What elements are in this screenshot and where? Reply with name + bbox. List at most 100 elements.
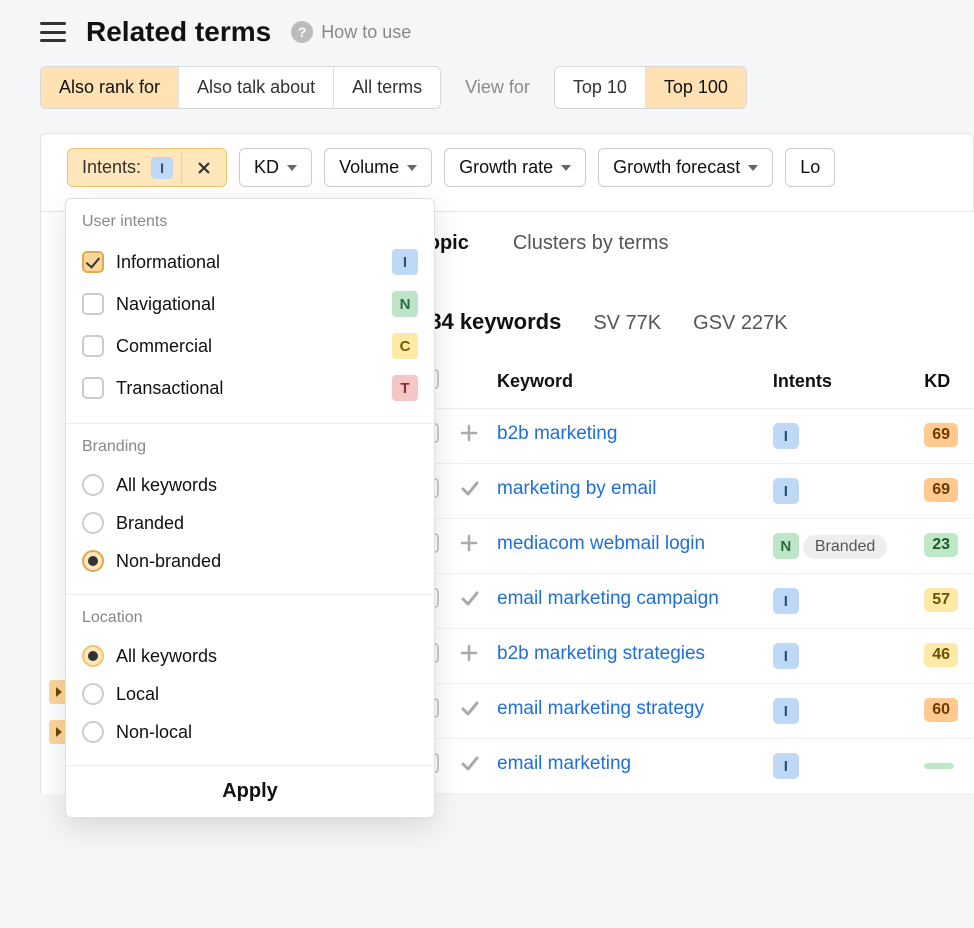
add-icon[interactable]: [451, 409, 489, 464]
checkbox[interactable]: [82, 293, 104, 315]
intent-label: Commercial: [116, 336, 212, 357]
radio[interactable]: [82, 512, 104, 534]
filter-kd[interactable]: KD: [239, 148, 312, 187]
branding-option[interactable]: Non-branded: [82, 542, 418, 580]
intents-dropdown: User intents Informational I Navigationa…: [65, 198, 435, 818]
intent-tag: I: [392, 249, 418, 275]
chevron-down-icon: [287, 165, 297, 171]
tab-top-100[interactable]: Top 100: [646, 67, 746, 108]
kd-badge: 57: [924, 588, 958, 612]
keyword-link[interactable]: mediacom webmail login: [497, 533, 705, 554]
help-icon: ?: [291, 21, 313, 43]
location-label: Local: [116, 684, 159, 705]
keyword-link[interactable]: email marketing campaign: [497, 588, 719, 609]
tab-all-terms[interactable]: All terms: [334, 67, 440, 108]
table-row: mediacom webmail login NBranded 23: [411, 519, 974, 574]
filter-growth-forecast[interactable]: Growth forecast: [598, 148, 773, 187]
hamburger-menu[interactable]: [40, 22, 66, 42]
chevron-down-icon: [748, 165, 758, 171]
radio[interactable]: [82, 550, 104, 572]
intent-label: Navigational: [116, 294, 215, 315]
page-title: Related terms: [86, 16, 271, 48]
check-icon[interactable]: [451, 684, 489, 739]
radio[interactable]: [82, 683, 104, 705]
location-option[interactable]: All keywords: [82, 637, 418, 675]
radio[interactable]: [82, 645, 104, 667]
how-to-use-link[interactable]: ? How to use: [291, 21, 411, 43]
intents-chip-label: Intents:: [68, 149, 151, 186]
checkbox[interactable]: [82, 377, 104, 399]
col-intents[interactable]: Intents: [765, 355, 916, 409]
filter-growth-rate[interactable]: Growth rate: [444, 148, 586, 187]
tab-also-rank-for[interactable]: Also rank for: [41, 67, 179, 108]
branding-label: All keywords: [116, 475, 217, 496]
stat-gsv: GSV 227K: [693, 312, 788, 335]
intent-option[interactable]: Informational I: [82, 241, 418, 283]
keyword-link[interactable]: email marketing: [497, 753, 631, 774]
branding-option[interactable]: Branded: [82, 504, 418, 542]
radio[interactable]: [82, 721, 104, 743]
kd-badge: [924, 763, 954, 769]
table-row: email marketing campaign I 57: [411, 574, 974, 629]
branding-option[interactable]: All keywords: [82, 466, 418, 504]
filter-volume[interactable]: Volume: [324, 148, 432, 187]
check-icon[interactable]: [451, 464, 489, 519]
location-label: Non-local: [116, 722, 192, 743]
branding-label: Non-branded: [116, 551, 221, 572]
intent-badge: I: [773, 698, 799, 724]
intent-badge: I: [773, 423, 799, 449]
intent-badge: I: [773, 643, 799, 669]
branded-pill: Branded: [803, 535, 888, 559]
check-icon[interactable]: [451, 574, 489, 629]
tab-also-talk-about[interactable]: Also talk about: [179, 67, 334, 108]
intent-tag: T: [392, 375, 418, 401]
filter-intents-chip[interactable]: Intents: I: [67, 148, 227, 187]
intents-chip-badge: I: [151, 157, 173, 179]
intent-option[interactable]: Commercial C: [82, 325, 418, 367]
chevron-down-icon: [561, 165, 571, 171]
intent-option[interactable]: Transactional T: [82, 367, 418, 409]
col-kd[interactable]: KD: [916, 355, 974, 409]
kd-badge: 46: [924, 643, 958, 667]
apply-button[interactable]: Apply: [66, 765, 434, 817]
location-option[interactable]: Non-local: [82, 713, 418, 751]
add-icon[interactable]: [451, 519, 489, 574]
add-icon[interactable]: [451, 629, 489, 684]
dd-heading-intents: User intents: [82, 213, 418, 231]
check-icon[interactable]: [451, 739, 489, 794]
keywords-table: Keyword Intents KD b2b marketing I 69 ma…: [411, 355, 974, 794]
kd-badge: 23: [924, 533, 958, 557]
dd-heading-location: Location: [82, 609, 418, 627]
radio[interactable]: [82, 474, 104, 496]
intent-option[interactable]: Navigational N: [82, 283, 418, 325]
keyword-link[interactable]: marketing by email: [497, 478, 656, 499]
intent-badge: I: [773, 588, 799, 614]
checkbox[interactable]: [82, 335, 104, 357]
chevron-down-icon: [407, 165, 417, 171]
intent-badge: N: [773, 533, 799, 559]
checkbox[interactable]: [82, 251, 104, 273]
location-option[interactable]: Local: [82, 675, 418, 713]
tab-top-10[interactable]: Top 10: [555, 67, 646, 108]
cluster-view-tabs: Topic Clusters by terms: [411, 232, 974, 273]
tabgroup-terms: Also rank for Also talk about All terms: [40, 66, 441, 109]
table-row: marketing by email I 69: [411, 464, 974, 519]
tab-clusters-by-terms[interactable]: Clusters by terms: [513, 232, 669, 255]
view-for-label: View for: [465, 77, 530, 98]
dd-heading-branding: Branding: [82, 438, 418, 456]
table-row: b2b marketing I 69: [411, 409, 974, 464]
intent-badge: I: [773, 478, 799, 504]
keyword-link[interactable]: email marketing strategy: [497, 698, 704, 719]
intent-label: Transactional: [116, 378, 223, 399]
intents-chip-close[interactable]: [181, 152, 226, 184]
col-keyword[interactable]: Keyword: [489, 355, 765, 409]
intent-label: Informational: [116, 252, 220, 273]
table-row: b2b marketing strategies I 46: [411, 629, 974, 684]
kd-badge: 69: [924, 423, 958, 447]
stat-keywords: 684 keywords: [417, 309, 561, 335]
stats-row: 684 keywords SV 77K GSV 227K: [411, 273, 974, 355]
filter-lo[interactable]: Lo: [785, 148, 835, 187]
keyword-link[interactable]: b2b marketing strategies: [497, 643, 705, 664]
table-row: email marketing I: [411, 739, 974, 794]
keyword-link[interactable]: b2b marketing: [497, 423, 617, 444]
